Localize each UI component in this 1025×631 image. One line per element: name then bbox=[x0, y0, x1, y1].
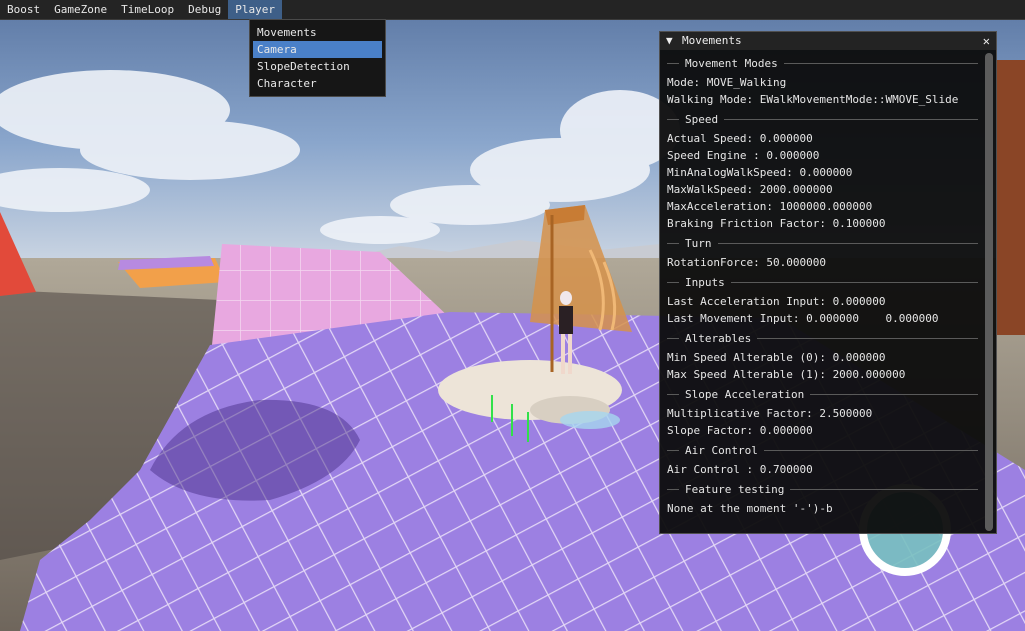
menu-timeloop[interactable]: TimeLoop bbox=[114, 0, 181, 19]
stat-row: MinAnalogWalkSpeed: 0.000000 bbox=[667, 166, 853, 179]
section-header: Alterables bbox=[667, 330, 978, 347]
stat-row: None at the moment '-')-b bbox=[667, 502, 833, 515]
stat-row: Multiplicative Factor: 2.500000 bbox=[667, 407, 873, 420]
stat-row: Actual Speed: 0.000000 bbox=[667, 132, 813, 145]
stat-row: Min Speed Alterable (0): 0.000000 bbox=[667, 351, 886, 364]
scrollbar[interactable] bbox=[985, 53, 993, 531]
menu-gamezone[interactable]: GameZone bbox=[47, 0, 114, 19]
menu-boost[interactable]: Boost bbox=[0, 0, 47, 19]
window-title-bar[interactable]: ▼ Movements ✕ bbox=[660, 32, 996, 50]
section-header: Turn bbox=[667, 235, 978, 252]
section-title: Air Control bbox=[685, 444, 758, 457]
stat-row: Walking Mode: EWalkMovementMode::WMOVE_S… bbox=[667, 93, 959, 106]
movements-window: ▼ Movements ✕ Movement Modes Mode: MOVE_W… bbox=[659, 31, 997, 534]
section-title: Slope Acceleration bbox=[685, 388, 805, 401]
stat-row: Braking Friction Factor: 0.100000 bbox=[667, 217, 886, 230]
player-menu-dropdown: Movements Camera SlopeDetection Characte… bbox=[249, 19, 386, 97]
window-title: Movements bbox=[682, 34, 742, 47]
section-header: Speed bbox=[667, 111, 978, 128]
menu-debug[interactable]: Debug bbox=[181, 0, 228, 19]
close-icon[interactable]: ✕ bbox=[983, 32, 990, 50]
section-header: Air Control bbox=[667, 442, 978, 459]
menu-item-character[interactable]: Character bbox=[253, 75, 382, 92]
collapse-triangle-icon[interactable]: ▼ bbox=[666, 32, 678, 50]
menu-item-movements[interactable]: Movements bbox=[253, 24, 382, 41]
stat-row: Mode: MOVE_Walking bbox=[667, 76, 787, 89]
menu-player[interactable]: Player bbox=[228, 0, 282, 19]
section-title: Speed bbox=[685, 113, 719, 126]
stat-row: Slope Factor: 0.000000 bbox=[667, 424, 813, 437]
section-title: Movement Modes bbox=[685, 57, 778, 70]
menu-bar: Boost GameZone TimeLoop Debug Player bbox=[0, 0, 1025, 20]
window-content: Movement Modes Mode: MOVE_Walking Walkin… bbox=[660, 50, 996, 517]
scroll-thumb[interactable] bbox=[985, 53, 993, 531]
right-wall bbox=[997, 60, 1025, 335]
stat-row: Last Acceleration Input: 0.000000 bbox=[667, 295, 886, 308]
section-title: Inputs bbox=[685, 276, 725, 289]
section-header: Inputs bbox=[667, 274, 978, 291]
stat-row: MaxAcceleration: 1000000.000000 bbox=[667, 200, 873, 213]
section-title: Turn bbox=[685, 237, 712, 250]
stat-row: Air Control : 0.700000 bbox=[667, 463, 813, 476]
stat-row: Max Speed Alterable (1): 2000.000000 bbox=[667, 368, 906, 381]
stat-row: RotationForce: 50.000000 bbox=[667, 256, 826, 269]
menu-item-camera[interactable]: Camera bbox=[253, 41, 382, 58]
stat-row: Last Movement Input: 0.000000 0.000000 bbox=[667, 312, 939, 325]
section-title: Alterables bbox=[685, 332, 752, 345]
stat-row: MaxWalkSpeed: 2000.000000 bbox=[667, 183, 833, 196]
stat-row: Speed Engine : 0.000000 bbox=[667, 149, 820, 162]
section-header: Movement Modes bbox=[667, 55, 978, 72]
section-header: Feature testing bbox=[667, 481, 978, 498]
menu-item-slopedetection[interactable]: SlopeDetection bbox=[253, 58, 382, 75]
section-title: Feature testing bbox=[685, 483, 785, 496]
section-header: Slope Acceleration bbox=[667, 386, 978, 403]
